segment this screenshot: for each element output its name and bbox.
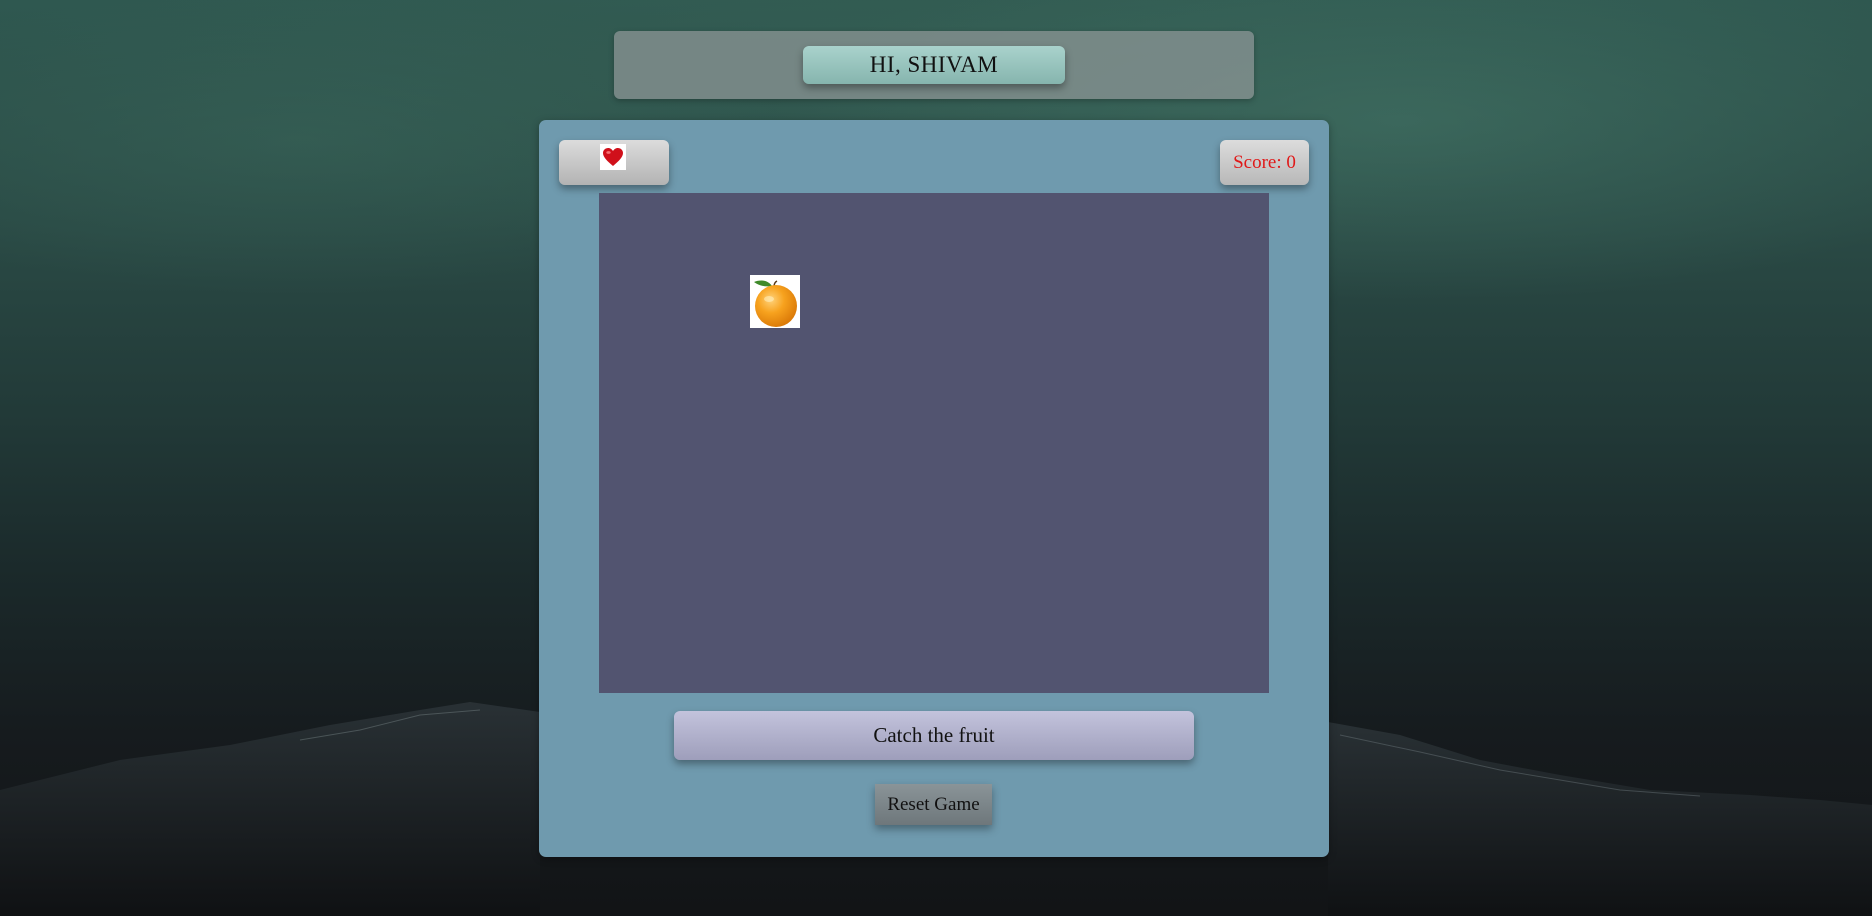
start-game-button[interactable]: Catch the fruit bbox=[674, 711, 1194, 760]
play-area[interactable] bbox=[599, 193, 1269, 693]
orange-fruit-icon[interactable] bbox=[750, 275, 800, 328]
heart-icon bbox=[600, 144, 626, 170]
reset-game-button[interactable]: Reset Game bbox=[875, 784, 992, 825]
greeting-label: HI, SHIVAM bbox=[803, 46, 1065, 84]
score-display: Score: 0 bbox=[1220, 140, 1309, 185]
